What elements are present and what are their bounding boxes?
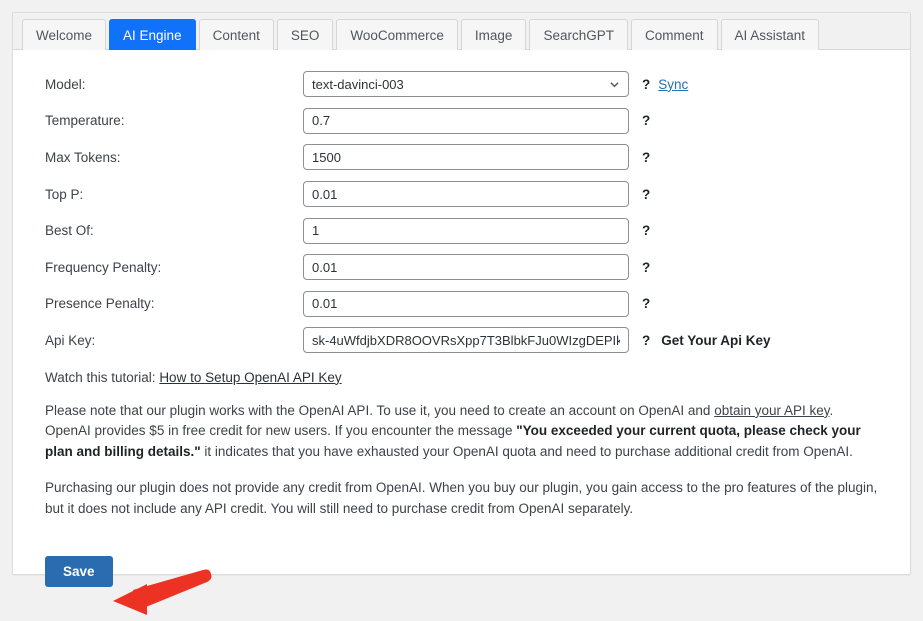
help-icon-temperature[interactable]: ? (642, 113, 650, 128)
form-row-temperature: Temperature: ? (33, 103, 890, 140)
tab-content[interactable]: Content (198, 19, 274, 50)
model-select[interactable]: text-davinci-003 (303, 71, 629, 98)
form-row-top-p: Top P: ? (33, 176, 890, 213)
form-row-frequency-penalty: Frequency Penalty: ? (33, 249, 890, 286)
api-key-hints: ? Get Your Api Key (642, 333, 771, 348)
tab-label: AI Engine (123, 28, 182, 43)
top-p-input-wrap (303, 181, 629, 208)
settings-panel: Welcome AI Engine Content SEO WooCommerc… (12, 12, 911, 615)
info-text-block: Watch this tutorial: How to Setup OpenAI… (33, 370, 890, 520)
tab-label: AI Assistant (734, 28, 806, 43)
get-your-api-key-link[interactable]: Get Your Api Key (661, 333, 770, 348)
tab-label: SEO (290, 28, 320, 43)
tab-label: Comment (644, 28, 704, 43)
tab-seo[interactable]: SEO (276, 19, 334, 50)
save-button[interactable]: Save (45, 556, 113, 587)
tab-label: WooCommerce (350, 28, 444, 43)
sync-link[interactable]: Sync (658, 77, 688, 92)
help-icon-presence-penalty[interactable]: ? (642, 296, 650, 311)
form-row-model: Model: text-davinci-003 ? Sync (33, 66, 890, 103)
max-tokens-input[interactable] (303, 144, 629, 171)
help-icon-model[interactable]: ? (642, 77, 650, 92)
model-hints: ? Sync (642, 77, 688, 92)
tab-ai-engine[interactable]: AI Engine (109, 19, 196, 50)
form-row-best-of: Best Of: ? (33, 212, 890, 249)
presence-penalty-input-wrap (303, 290, 629, 317)
presence-penalty-hints: ? (642, 296, 650, 311)
tab-image[interactable]: Image (460, 19, 527, 50)
tab-woocommerce[interactable]: WooCommerce (336, 19, 458, 50)
tab-ai-assistant[interactable]: AI Assistant (720, 19, 820, 50)
model-select-wrap: text-davinci-003 (303, 71, 629, 98)
help-icon-api-key[interactable]: ? (642, 333, 650, 348)
form-row-max-tokens: Max Tokens: ? (33, 139, 890, 176)
frequency-penalty-input[interactable] (303, 254, 629, 281)
frequency-penalty-hints: ? (642, 260, 650, 275)
help-icon-max-tokens[interactable]: ? (642, 150, 650, 165)
help-icon-top-p[interactable]: ? (642, 187, 650, 202)
paragraph-plugin-credit: Purchasing our plugin does not provide a… (45, 480, 878, 516)
tutorial-link[interactable]: How to Setup OpenAI API Key (159, 370, 341, 385)
para1-part3: it indicates that you have exhausted you… (200, 443, 853, 459)
label-model: Model: (45, 76, 86, 92)
label-max-tokens: Max Tokens: (45, 149, 121, 165)
ai-engine-form: Model: text-davinci-003 ? Sync Temperatu… (13, 50, 910, 615)
para1-part1: Please note that our plugin works with t… (45, 402, 715, 418)
temperature-input[interactable] (303, 107, 629, 134)
best-of-hints: ? (642, 223, 650, 238)
tutorial-line: Watch this tutorial: How to Setup OpenAI… (45, 370, 882, 385)
best-of-input-wrap (303, 217, 629, 244)
tab-label: SearchGPT (543, 28, 614, 43)
tab-label: Image (474, 28, 513, 43)
form-row-presence-penalty: Presence Penalty: ? (33, 286, 890, 323)
tab-comment[interactable]: Comment (630, 19, 718, 50)
help-icon-frequency-penalty[interactable]: ? (642, 260, 650, 275)
label-frequency-penalty: Frequency Penalty: (45, 259, 162, 275)
tab-label: Content (212, 28, 260, 43)
api-key-input[interactable] (303, 327, 629, 354)
help-icon-best-of[interactable]: ? (642, 223, 650, 238)
app-root: Welcome AI Engine Content SEO WooCommerc… (0, 0, 923, 615)
label-presence-penalty: Presence Penalty: (45, 296, 155, 312)
paragraph-openai-api: Please note that our plugin works with t… (45, 401, 882, 463)
label-temperature: Temperature: (45, 113, 125, 129)
temperature-hints: ? (642, 113, 650, 128)
presence-penalty-input[interactable] (303, 290, 629, 317)
temperature-input-wrap (303, 107, 629, 134)
max-tokens-hints: ? (642, 150, 650, 165)
frequency-penalty-input-wrap (303, 254, 629, 281)
label-api-key: Api Key: (45, 332, 96, 348)
label-best-of: Best Of: (45, 223, 94, 239)
tab-welcome[interactable]: Welcome (22, 19, 107, 50)
best-of-input[interactable] (303, 217, 629, 244)
tutorial-prefix: Watch this tutorial: (45, 369, 156, 385)
tab-label: Welcome (36, 28, 93, 43)
api-key-input-wrap (303, 327, 629, 354)
top-p-input[interactable] (303, 181, 629, 208)
top-p-hints: ? (642, 187, 650, 202)
max-tokens-input-wrap (303, 144, 629, 171)
form-row-api-key: Api Key: ? Get Your Api Key (33, 322, 890, 359)
tab-bar: Welcome AI Engine Content SEO WooCommerc… (13, 13, 910, 50)
label-top-p: Top P: (45, 186, 84, 202)
save-row: Save (45, 556, 113, 587)
tab-searchgpt[interactable]: SearchGPT (529, 19, 628, 50)
obtain-api-key-link[interactable]: obtain your API key (714, 403, 829, 418)
